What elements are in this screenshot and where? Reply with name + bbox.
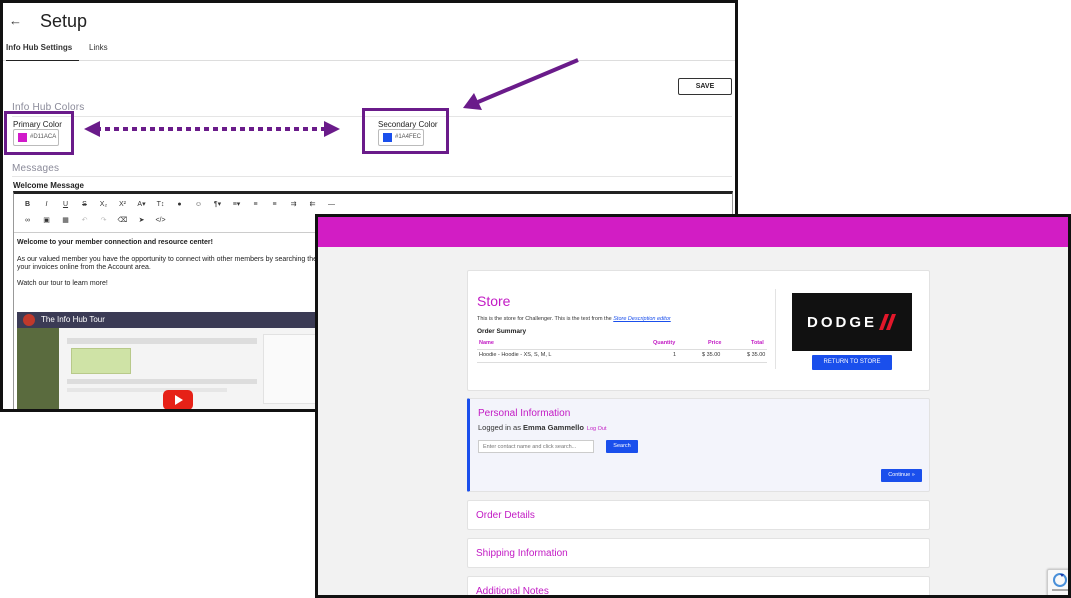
- store-description-text: This is the store for Challenger. This i…: [477, 316, 612, 322]
- order-summary-heading: Order Summary: [477, 328, 527, 335]
- order-details-heading: Order Details: [476, 510, 535, 521]
- store-description-link[interactable]: Store Description editor: [613, 316, 670, 322]
- video-text: [67, 338, 257, 344]
- video-embed[interactable]: The Info Hub Tour: [17, 312, 337, 409]
- underline-icon[interactable]: U: [56, 198, 75, 212]
- log-out-link[interactable]: Log Out: [587, 426, 607, 432]
- store-summary-card: Store This is the store for Challenger. …: [467, 270, 930, 391]
- strikethrough-icon[interactable]: S: [75, 198, 94, 212]
- store-brand-bar: [318, 217, 1068, 247]
- divider: [12, 176, 732, 177]
- store-window: Store This is the store for Challenger. …: [315, 214, 1071, 598]
- eraser-icon[interactable]: ⌫: [113, 214, 132, 228]
- editor-line: Welcome to your member connection and re…: [17, 239, 213, 246]
- video-logo-icon: [23, 314, 35, 326]
- logo-stripes-icon: [879, 314, 896, 330]
- align-icon[interactable]: ≡▾: [227, 198, 246, 212]
- font-color-icon[interactable]: A▾: [132, 198, 151, 212]
- video-text: [67, 379, 257, 384]
- unordered-list-icon[interactable]: ≡: [265, 198, 284, 212]
- order-details-card[interactable]: Order Details: [467, 500, 930, 530]
- shipping-information-card[interactable]: Shipping Information: [467, 538, 930, 568]
- logged-in-status: Logged in as Emma Gammello Log Out: [478, 423, 606, 432]
- column-header-name: Name: [479, 340, 494, 346]
- tab-info-hub-settings[interactable]: Info Hub Settings: [6, 43, 79, 61]
- arrow-left-icon[interactable]: ←: [9, 13, 22, 28]
- editor-line: As our valued member you have the opport…: [17, 256, 317, 263]
- ink-drop-icon[interactable]: ●: [170, 198, 189, 212]
- subscript-icon[interactable]: X₂: [94, 198, 113, 212]
- font-size-icon[interactable]: T↕: [151, 198, 170, 212]
- recaptcha-badge[interactable]: [1047, 569, 1068, 595]
- contact-search-input[interactable]: [478, 440, 594, 453]
- logged-in-prefix: Logged in as: [478, 423, 521, 432]
- column-header-price: Price: [708, 340, 722, 346]
- code-view-icon[interactable]: </>: [151, 214, 170, 228]
- play-button-icon[interactable]: [163, 390, 193, 409]
- redo-icon[interactable]: ↷: [94, 214, 113, 228]
- editor-line: Watch our tour to learn more!: [17, 280, 108, 287]
- page-title: Setup: [40, 11, 88, 31]
- messages-section-heading: Messages: [12, 163, 60, 174]
- store-description: This is the store for Challenger. This i…: [477, 316, 671, 322]
- return-to-store-button[interactable]: RETURN TO STORE: [812, 355, 892, 370]
- video-title-bar: The Info Hub Tour: [17, 312, 337, 328]
- recaptcha-icon: [1052, 573, 1068, 591]
- order-item-name: Hoodie - Hoodie - XS, S, M, L: [479, 352, 552, 358]
- video-sidebar: [17, 328, 59, 409]
- video-title: The Info Hub Tour: [41, 315, 105, 324]
- welcome-message-label: Welcome Message: [13, 181, 84, 190]
- tab-bar: Info Hub Settings Links: [3, 37, 735, 61]
- continue-button[interactable]: Continue »: [881, 469, 922, 482]
- additional-notes-heading: Additional Notes: [476, 586, 549, 597]
- tab-links[interactable]: Links: [89, 43, 108, 52]
- column-header-quantity: Quantity: [653, 340, 676, 346]
- paragraph-icon[interactable]: ¶▾: [208, 198, 227, 212]
- undo-icon[interactable]: ↶: [75, 214, 94, 228]
- column-header-total: Total: [751, 340, 764, 346]
- editor-line: your invoices online from the Account ar…: [17, 264, 151, 271]
- indent-icon[interactable]: ⇉: [284, 198, 303, 212]
- link-icon[interactable]: ∞: [18, 214, 37, 228]
- divider: [775, 289, 776, 369]
- search-button[interactable]: Search: [606, 440, 638, 453]
- editor-toolbar-row-1: B I U S X₂ X² A▾ T↕ ● ☺ ¶▾ ≡▾ ≡ ≡ ⇉ ⇇ —: [18, 198, 341, 212]
- table-icon[interactable]: ▦: [56, 214, 75, 228]
- horizontal-rule-icon[interactable]: —: [322, 198, 341, 212]
- primary-color-highlight: [4, 111, 74, 155]
- personal-information-heading: Personal Information: [478, 408, 571, 419]
- store-logo-text: DODGE: [806, 313, 877, 331]
- divider: [477, 349, 767, 350]
- store-logo: DODGE: [792, 293, 912, 351]
- ordered-list-icon[interactable]: ≡: [246, 198, 265, 212]
- order-item-price: $ 35.00: [702, 352, 721, 358]
- video-card: [71, 348, 131, 374]
- italic-icon[interactable]: I: [37, 198, 56, 212]
- bold-icon[interactable]: B: [18, 198, 37, 212]
- shipping-information-heading: Shipping Information: [476, 548, 568, 559]
- save-button[interactable]: SAVE: [678, 78, 732, 95]
- outdent-icon[interactable]: ⇇: [303, 198, 322, 212]
- image-icon[interactable]: ▣: [37, 214, 56, 228]
- logged-in-name: Emma Gammello: [523, 423, 584, 432]
- order-item-total: $ 35.00: [747, 352, 766, 358]
- order-item-quantity: 1: [673, 352, 677, 358]
- video-text: [67, 388, 227, 392]
- play-triangle-icon: [175, 395, 183, 405]
- editor-toolbar-row-2: ∞ ▣ ▦ ↶ ↷ ⌫ ➤ </>: [18, 214, 170, 228]
- superscript-icon[interactable]: X²: [113, 198, 132, 212]
- personal-information-card: Personal Information Logged in as Emma G…: [467, 398, 930, 492]
- divider: [477, 362, 767, 363]
- store-title: Store: [477, 293, 511, 309]
- secondary-color-highlight: [362, 108, 449, 154]
- select-icon[interactable]: ➤: [132, 214, 151, 228]
- additional-notes-card[interactable]: Additional Notes: [467, 576, 930, 597]
- setup-header: ← Setup: [3, 3, 735, 37]
- emoji-icon[interactable]: ☺: [189, 198, 208, 212]
